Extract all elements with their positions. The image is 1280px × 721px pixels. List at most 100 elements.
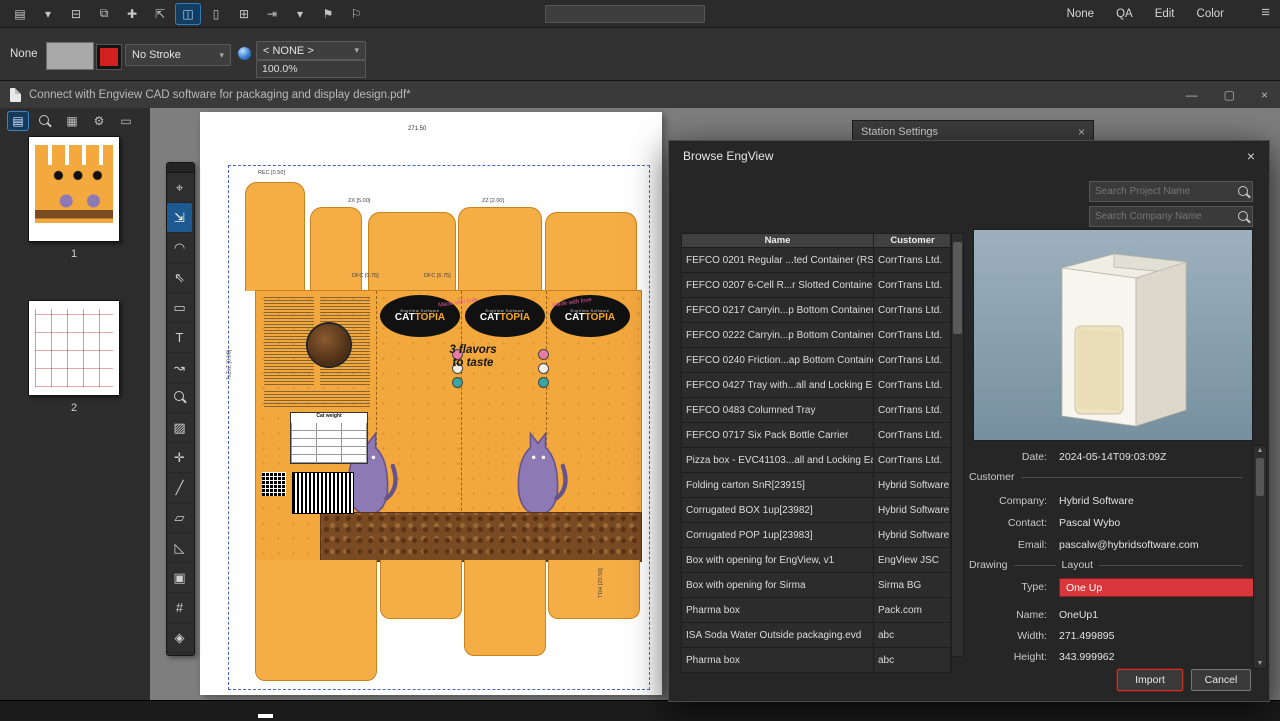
- stroke-swatch[interactable]: [97, 45, 121, 69]
- ruler-tool[interactable]: ▱: [167, 503, 192, 533]
- fill-swatch[interactable]: [46, 42, 94, 70]
- rectangle-tool[interactable]: ▭: [167, 293, 192, 323]
- screen-view-icon[interactable]: ◫: [176, 4, 200, 24]
- scrollbar-thumb[interactable]: [953, 242, 962, 334]
- profile-dropdown[interactable]: < NONE >: [256, 41, 366, 60]
- opacity-field[interactable]: [256, 60, 366, 78]
- company-value: Hybrid Software: [1059, 495, 1134, 507]
- search-project-field[interactable]: [1089, 181, 1253, 202]
- menu-icon[interactable]: ≡: [1261, 4, 1270, 21]
- cat-weight-table: Cat weight: [290, 412, 368, 464]
- top-menu-item[interactable]: None: [1067, 8, 1095, 20]
- hatch-tool[interactable]: ▨: [167, 413, 192, 443]
- profile-sphere-icon: [238, 47, 251, 60]
- FEFCO 0240 Friction...ap Bottom Container[interactable]: FEFCO 0240 Friction...ap Bottom Containe…: [681, 348, 951, 373]
- search-project-input[interactable]: [1090, 186, 1234, 197]
- export-icon[interactable]: ⇥: [260, 4, 284, 24]
- note-tool[interactable]: ▣: [167, 563, 192, 593]
- ISA Soda Water Outside packaging.evd[interactable]: ISA Soda Water Outside packaging.evd abc: [681, 623, 951, 648]
- scale-tool[interactable]: ⇲: [167, 203, 192, 233]
- arc-tool[interactable]: ◠: [167, 233, 192, 263]
- page-thumbnail[interactable]: 2: [28, 300, 120, 414]
- column-name[interactable]: Name: [682, 234, 874, 247]
- Box with opening for Sirma[interactable]: Box with opening for Sirma Sirma BG: [681, 573, 951, 598]
- FEFCO 0717 Six Pack Bottle Carrier[interactable]: FEFCO 0717 Six Pack Bottle Carrier CorrT…: [681, 423, 951, 448]
- separations-icon[interactable]: ▦: [62, 112, 82, 130]
- height-label: Height:: [957, 651, 1047, 663]
- Pizza box - EVC41103...all and Locking Ears[interactable]: Pizza box - EVC41103...all and Locking E…: [681, 448, 951, 473]
- Pharma box[interactable]: Pharma box Pack.com: [681, 598, 951, 623]
- FEFCO 0427 Tray with...all and Locking Ears[interactable]: FEFCO 0427 Tray with...all and Locking E…: [681, 373, 951, 398]
- scrollbar-thumb[interactable]: [1256, 458, 1264, 496]
- page-thumbnail[interactable]: 1: [28, 136, 120, 260]
- stroke-dropdown[interactable]: No Stroke: [125, 44, 231, 66]
- FEFCO 0217 Carryin...p Bottom Container[interactable]: FEFCO 0217 Carryin...p Bottom Container …: [681, 298, 951, 323]
- text-tool[interactable]: T: [167, 323, 192, 353]
- document-title: Connect with Engview CAD software for pa…: [29, 89, 411, 101]
- dialog-titlebar[interactable]: Browse EngView ×: [669, 141, 1269, 171]
- Folding carton SnR[23915][interactable]: Folding carton SnR[23915] Hybrid Softwar…: [681, 473, 951, 498]
- search-icon[interactable]: [1234, 183, 1252, 201]
- FEFCO 0483 Columned Tray[interactable]: FEFCO 0483 Columned Tray CorrTrans Ltd.: [681, 398, 951, 423]
- width-label: Width:: [957, 630, 1047, 642]
- FEFCO 0222 Carryin...p Bottom Container[interactable]: FEFCO 0222 Carryin...p Bottom Container …: [681, 323, 951, 348]
- duplicate-icon[interactable]: ⧉: [92, 4, 116, 24]
- dimension-label: REC [0.50]: [258, 170, 285, 176]
- thumbnails-icon[interactable]: ▤: [8, 112, 28, 130]
- zoom-tool[interactable]: [167, 383, 192, 413]
- command-field[interactable]: [545, 5, 705, 23]
- Corrugated POP 1up[23983][interactable]: Corrugated POP 1up[23983] Hybrid Softwar…: [681, 523, 951, 548]
- dialog-close-icon[interactable]: ×: [1247, 148, 1255, 164]
- top-menu-item[interactable]: Edit: [1155, 8, 1175, 20]
- panels-icon[interactable]: ⊞: [232, 4, 256, 24]
- minimize-icon[interactable]: —: [1186, 88, 1198, 102]
- search-company-input[interactable]: [1090, 211, 1234, 222]
- details-scrollbar[interactable]: ▲ ▼: [1253, 445, 1267, 669]
- close-icon[interactable]: ×: [1261, 88, 1268, 102]
- Pharma box[interactable]: Pharma box abc: [681, 648, 951, 673]
- select-tool[interactable]: ⇖: [167, 263, 192, 293]
- cancel-button[interactable]: Cancel: [1191, 669, 1251, 691]
- search-icon[interactable]: [1234, 208, 1252, 226]
- search-company-field[interactable]: [1089, 206, 1253, 227]
- document-titlebar: Connect with Engview CAD software for pa…: [0, 81, 1280, 109]
- toolbar-options-caret[interactable]: ▾: [288, 4, 312, 24]
- knife-tool[interactable]: ╱: [167, 473, 192, 503]
- artboard[interactable]: 271.50 EngView Software CATTOPIA EngView…: [200, 112, 662, 695]
- new-document-icon[interactable]: ▤: [8, 4, 32, 24]
- station-close-icon[interactable]: ×: [1078, 125, 1085, 139]
- new-document-caret[interactable]: ▾: [36, 4, 60, 24]
- annotations-icon[interactable]: ▭: [116, 112, 136, 130]
- triangle-tool[interactable]: ◺: [167, 533, 192, 563]
- scroll-up-icon[interactable]: ▲: [1254, 447, 1266, 454]
- type-dropdown[interactable]: One Up: [1059, 578, 1261, 597]
- FEFCO 0207 6-Cell R...r Slotted Container[interactable]: FEFCO 0207 6-Cell R...r Slotted Containe…: [681, 273, 951, 298]
- tool-list: ⌖⇲◠⇖▭T↝ ▨✛╱▱◺▣#◈: [167, 173, 194, 653]
- column-customer[interactable]: Customer: [874, 234, 952, 247]
- search-icon[interactable]: [35, 112, 55, 130]
- delete-page-icon[interactable]: ⊟: [64, 4, 88, 24]
- top-menu-item[interactable]: QA: [1116, 8, 1133, 20]
- Box with opening for EngView, v1[interactable]: Box with opening for EngView, v1 EngView…: [681, 548, 951, 573]
- maximize-icon[interactable]: ▢: [1224, 88, 1235, 102]
- dimension-tool[interactable]: #: [167, 593, 192, 623]
- import-button[interactable]: Import: [1117, 669, 1183, 691]
- place-file-icon[interactable]: ⇱: [148, 4, 172, 24]
- table-scrollbar[interactable]: [951, 233, 964, 657]
- add-page-icon[interactable]: ✚: [120, 4, 144, 24]
- bridge-tool[interactable]: ◈: [167, 623, 192, 653]
- palette-grip[interactable]: [167, 163, 194, 173]
- move-tool[interactable]: ✛: [167, 443, 192, 473]
- Corrugated BOX 1up[23982][interactable]: Corrugated BOX 1up[23982] Hybrid Softwar…: [681, 498, 951, 523]
- top-menu-item[interactable]: Color: [1197, 8, 1224, 20]
- settings-icon[interactable]: ⚙: [89, 112, 109, 130]
- flag-forward-icon[interactable]: ⚑: [316, 4, 340, 24]
- scroll-down-icon[interactable]: ▼: [1254, 660, 1266, 667]
- origin-tool[interactable]: ⌖: [167, 173, 192, 203]
- curve-tool[interactable]: ↝: [167, 353, 192, 383]
- email-label: Email:: [957, 539, 1047, 551]
- FEFCO 0201 Regular ...ted Container (RSC)[interactable]: FEFCO 0201 Regular ...ted Container (RSC…: [681, 248, 951, 273]
- flag-back-icon[interactable]: ⚐: [344, 4, 368, 24]
- device-view-icon[interactable]: ▯: [204, 4, 228, 24]
- height-value: 343.999962: [1059, 651, 1114, 663]
